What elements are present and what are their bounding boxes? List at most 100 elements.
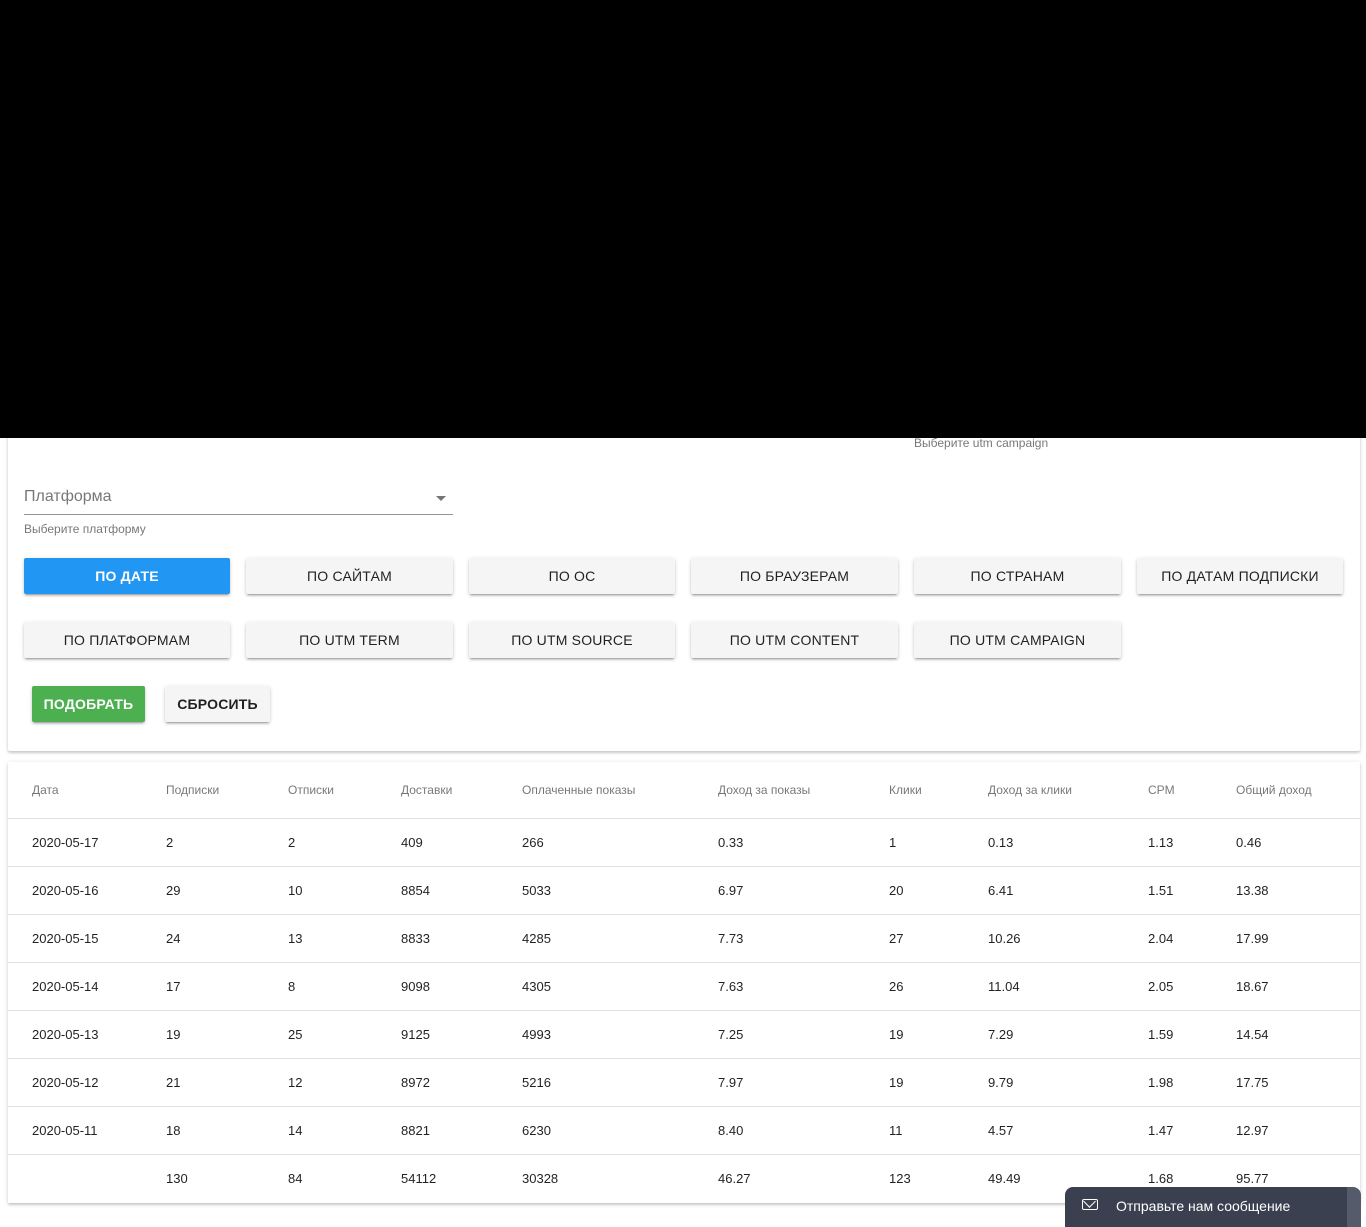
table-cell: 17 xyxy=(166,962,288,1011)
group-by-subscription-dates-button[interactable]: По датам подписки xyxy=(1137,558,1343,594)
table-cell: 12 xyxy=(288,1058,401,1107)
group-by-os-button[interactable]: По ОС xyxy=(469,558,675,594)
table-cell: 1.13 xyxy=(1148,818,1236,867)
table-cell: 1.51 xyxy=(1148,866,1236,915)
stats-table: Дата Подписки Отписки Доставки Оплаченны… xyxy=(8,762,1360,1202)
table-cell: 2020-05-11 xyxy=(8,1106,166,1155)
envelope-icon xyxy=(1082,1199,1098,1210)
table-cell: 4.57 xyxy=(988,1106,1148,1155)
totals-cell: 123 xyxy=(889,1170,911,1186)
table-cell: 6.41 xyxy=(988,866,1148,915)
group-by-sites-button[interactable]: По сайтам xyxy=(246,558,453,594)
table-row: 2020-05-11 18 14 8821 6230 8.40 11 4.57 1.47 12.9… xyxy=(8,1106,1360,1155)
reset-button[interactable]: Сбросить xyxy=(165,686,270,722)
table-cell: 2020-05-16 xyxy=(8,866,166,915)
group-by-utm-campaign-button[interactable]: По utm campaign xyxy=(914,622,1121,658)
column-header[interactable]: CPM xyxy=(1148,762,1236,819)
group-by-countries-button[interactable]: По странам xyxy=(914,558,1121,594)
table-cell: 8833 xyxy=(401,914,522,963)
redacted-area xyxy=(0,0,1366,438)
apply-button[interactable]: Подобрать xyxy=(32,686,145,722)
table-cell: 1.98 xyxy=(1148,1058,1236,1107)
column-header[interactable]: Клики xyxy=(889,762,988,819)
totals-cell: 30328 xyxy=(522,1170,559,1186)
group-by-utm-content-button[interactable]: По utm content xyxy=(691,622,898,658)
table-cell: 0.33 xyxy=(718,818,889,867)
table-cell: 8972 xyxy=(401,1058,522,1107)
table-cell: 18.67 xyxy=(1236,962,1360,1011)
group-by-date-button[interactable]: По дате xyxy=(24,558,230,594)
table-cell: 7.25 xyxy=(718,1010,889,1059)
table-cell: 2020-05-13 xyxy=(8,1010,166,1059)
totals-cell: 130 xyxy=(166,1170,188,1186)
totals-cell xyxy=(8,1154,166,1202)
table-row: 2020-05-12 21 12 8972 5216 7.97 19 9.79 1.98 17.7… xyxy=(8,1058,1360,1107)
column-header[interactable]: Дата xyxy=(8,762,166,819)
table-row: 2020-05-13 19 25 9125 4993 7.25 19 7.29 1.59 14.5… xyxy=(8,1010,1360,1059)
table-cell: 5216 xyxy=(522,1058,718,1107)
chat-widget-label: Отправьте нам сообщение xyxy=(1116,1198,1291,1214)
table-cell: 4993 xyxy=(522,1010,718,1059)
table-cell: 266 xyxy=(522,818,718,867)
chat-widget-corner xyxy=(1347,1187,1361,1227)
column-header[interactable]: Отписки xyxy=(288,762,401,819)
table-cell: 6.97 xyxy=(718,866,889,915)
column-header[interactable]: Общий доход xyxy=(1236,762,1360,819)
column-header[interactable]: Доход за показы xyxy=(718,762,889,819)
table-cell: 4285 xyxy=(522,914,718,963)
table-row: 2020-05-14 17 8 9098 4305 7.63 26 11.04 2.05 18.6… xyxy=(8,962,1360,1011)
table-cell: 10.26 xyxy=(988,914,1148,963)
table-cell: 11 xyxy=(889,1106,988,1155)
group-by-utm-term-button[interactable]: По utm term xyxy=(246,622,453,658)
table-cell: 19 xyxy=(166,1010,288,1059)
table-cell: 14 xyxy=(288,1106,401,1155)
table-cell: 0.46 xyxy=(1236,818,1360,867)
table-row: 2020-05-17 2 2 409 266 0.33 1 0.13 1.13 0.46 xyxy=(8,818,1360,867)
table-cell: 17.75 xyxy=(1236,1058,1360,1107)
table-cell: 8821 xyxy=(401,1106,522,1155)
chat-widget[interactable]: Отправьте нам сообщение xyxy=(1065,1187,1361,1227)
totals-cell: 54112 xyxy=(401,1170,437,1186)
column-header[interactable]: Подписки xyxy=(166,762,288,819)
group-by-platforms-button[interactable]: По платформам xyxy=(24,622,230,658)
table-cell: 2020-05-12 xyxy=(8,1058,166,1107)
table-cell: 21 xyxy=(166,1058,288,1107)
table-cell: 14.54 xyxy=(1236,1010,1360,1059)
table-cell: 4305 xyxy=(522,962,718,1011)
table-cell: 6230 xyxy=(522,1106,718,1155)
table-cell: 29 xyxy=(166,866,288,915)
table-cell: 2020-05-15 xyxy=(8,914,166,963)
table-cell: 13.38 xyxy=(1236,866,1360,915)
column-header[interactable]: Оплаченные показы xyxy=(522,762,718,819)
table-cell: 13 xyxy=(288,914,401,963)
stats-table-card: Дата Подписки Отписки Доставки Оплаченны… xyxy=(8,762,1360,1203)
column-header[interactable]: Доход за клики xyxy=(988,762,1148,819)
table-cell: 8.40 xyxy=(718,1106,889,1155)
table-cell: 7.73 xyxy=(718,914,889,963)
table-cell: 7.63 xyxy=(718,962,889,1011)
table-cell: 19 xyxy=(889,1058,988,1107)
group-by-utm-source-button[interactable]: По utm source xyxy=(469,622,675,658)
table-cell: 7.29 xyxy=(988,1010,1148,1059)
totals-cell: 46.27 xyxy=(718,1170,751,1186)
platform-select[interactable]: Платформа xyxy=(24,482,453,515)
table-cell: 25 xyxy=(288,1010,401,1059)
chevron-down-icon xyxy=(436,496,446,501)
table-cell: 2.05 xyxy=(1148,962,1236,1011)
table-cell: 1 xyxy=(889,818,988,867)
table-cell: 1.47 xyxy=(1148,1106,1236,1155)
table-header-row: Дата Подписки Отписки Доставки Оплаченны… xyxy=(8,762,1360,819)
group-by-browsers-button[interactable]: По браузерам xyxy=(691,558,898,594)
table-cell: 2 xyxy=(166,818,288,867)
table-cell: 2.04 xyxy=(1148,914,1236,963)
table-row: 2020-05-15 24 13 8833 4285 7.73 27 10.26 2.04 17.… xyxy=(8,914,1360,963)
table-row: 2020-05-16 29 10 8854 5033 6.97 20 6.41 1.51 13.3… xyxy=(8,866,1360,915)
table-cell: 0.13 xyxy=(988,818,1148,867)
table-cell: 5033 xyxy=(522,866,718,915)
table-cell: 12.97 xyxy=(1236,1106,1360,1155)
table-cell: 19 xyxy=(889,1010,988,1059)
table-cell: 8854 xyxy=(401,866,522,915)
table-cell: 9098 xyxy=(401,962,522,1011)
table-cell: 2 xyxy=(288,818,401,867)
column-header[interactable]: Доставки xyxy=(401,762,522,819)
